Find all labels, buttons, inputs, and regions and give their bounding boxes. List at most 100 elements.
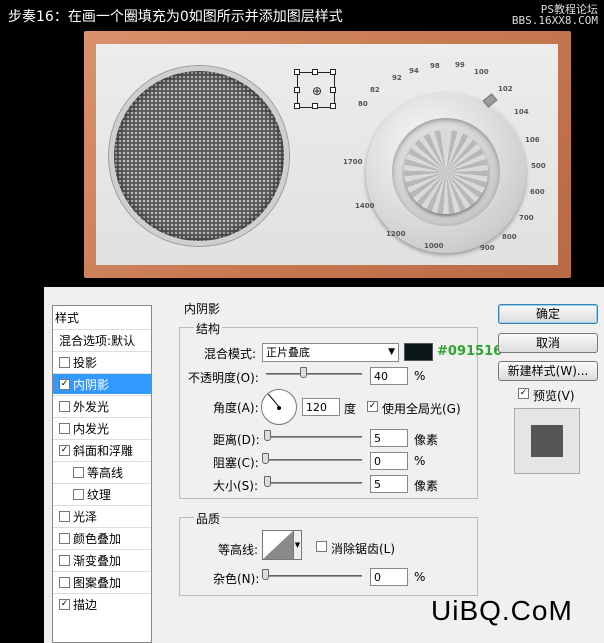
noise-input[interactable]: 0	[370, 568, 408, 586]
choke-label: 阻塞(C):	[213, 456, 259, 470]
angle-needle	[267, 393, 279, 407]
dial-number: 80	[358, 100, 368, 108]
dial-number: 500	[531, 162, 546, 170]
noise-slider[interactable]	[266, 575, 362, 577]
choke-slider-thumb[interactable]	[262, 453, 269, 464]
antialias-label: 消除锯齿(L)	[331, 542, 396, 556]
dial-number: 900	[480, 244, 495, 252]
cancel-button[interactable]: 取消	[498, 333, 598, 353]
style-item-checkbox[interactable]	[73, 466, 84, 478]
ok-button[interactable]: 确定	[498, 304, 598, 324]
tuning-knob	[404, 130, 488, 214]
noise-unit: %	[414, 570, 426, 584]
blend-mode-select[interactable]: 正片叠底 ▼	[262, 343, 399, 362]
transform-handle[interactable]	[294, 87, 300, 93]
transform-handle[interactable]	[294, 103, 300, 109]
watermark-line-2: BBS.16XX8.COM	[511, 14, 598, 27]
style-item[interactable]: 图案叠加	[53, 571, 151, 592]
style-item-checkbox[interactable]	[59, 510, 70, 522]
quality-title: 品质	[194, 510, 223, 527]
transform-handle[interactable]	[294, 69, 300, 75]
style-item-label: 内发光	[73, 421, 110, 436]
size-slider[interactable]	[266, 482, 362, 484]
angle-dial[interactable]	[261, 389, 297, 425]
dial-number: 102	[498, 85, 513, 93]
style-item[interactable]: 投影	[53, 351, 151, 372]
contour-curve-icon	[263, 531, 293, 559]
style-item-checkbox[interactable]	[59, 576, 70, 588]
style-item[interactable]: 内发光	[53, 417, 151, 438]
distance-input[interactable]: 5	[370, 429, 408, 447]
style-item[interactable]: 等高线	[53, 461, 151, 482]
chevron-down-icon: ▼	[388, 347, 395, 357]
style-item-label: 光泽	[73, 509, 98, 524]
global-light-checkbox[interactable]	[367, 401, 378, 412]
blend-mode-value: 正片叠底	[266, 346, 310, 359]
choke-input[interactable]: 0	[370, 452, 408, 470]
style-item[interactable]: 渐变叠加	[53, 549, 151, 570]
style-item-label: 图案叠加	[73, 575, 122, 590]
style-item-checkbox[interactable]	[59, 356, 70, 368]
transform-handle[interactable]	[330, 69, 336, 75]
style-item[interactable]: 颜色叠加	[53, 527, 151, 548]
dial-number: 1000	[424, 242, 444, 250]
contour-dropdown-chevron-icon[interactable]: ▼	[293, 530, 302, 560]
style-item-label: 混合选项:默认	[59, 333, 136, 348]
step-title: 步奏16：在画一个圈填充为0如图所示并添加图层样式	[8, 9, 343, 25]
style-item[interactable]: 内阴影	[53, 373, 151, 394]
dial-number: 600	[530, 188, 545, 196]
preview-checkbox[interactable]	[518, 388, 529, 399]
style-item-checkbox[interactable]	[59, 400, 70, 412]
angle-center-dot	[277, 406, 281, 410]
style-item[interactable]: 外发光	[53, 395, 151, 416]
contour-picker[interactable]	[262, 530, 294, 560]
selection-ellipse-bounds[interactable]: ⊕	[294, 69, 336, 109]
style-item-label: 纹理	[87, 487, 112, 502]
dial-number: 104	[514, 108, 529, 116]
transform-handle[interactable]	[312, 69, 318, 75]
style-item-checkbox[interactable]	[59, 532, 70, 544]
style-item[interactable]: 斜面和浮雕	[53, 439, 151, 460]
size-input[interactable]: 5	[370, 475, 408, 493]
style-item-label: 投影	[73, 355, 98, 370]
distance-label: 距离(D):	[213, 433, 260, 447]
style-preview-swatch	[531, 425, 563, 457]
new-style-button[interactable]: 新建样式(W)...	[498, 361, 598, 381]
distance-slider[interactable]	[266, 436, 362, 438]
noise-slider-thumb[interactable]	[262, 569, 269, 580]
opacity-slider[interactable]	[266, 373, 362, 375]
inner-shadow-title: 内阴影	[184, 302, 221, 316]
style-item[interactable]: 光泽	[53, 505, 151, 526]
style-item-checkbox[interactable]	[59, 444, 70, 456]
choke-slider[interactable]	[266, 459, 362, 461]
style-item[interactable]: 混合选项:默认	[53, 329, 151, 350]
transform-handle[interactable]	[330, 87, 336, 93]
style-item-label: 斜面和浮雕	[73, 443, 134, 458]
style-item-checkbox[interactable]	[59, 554, 70, 566]
style-item-checkbox[interactable]	[73, 488, 84, 500]
angle-unit: 度	[344, 402, 357, 416]
contour-label: 等高线:	[218, 543, 259, 557]
style-item[interactable]: 描边	[53, 593, 151, 614]
antialias-checkbox[interactable]	[316, 541, 327, 552]
style-item-label: 外发光	[73, 399, 110, 414]
style-item-checkbox[interactable]	[59, 378, 70, 390]
dial-number: 94	[409, 67, 419, 75]
dial-number: 800	[502, 233, 517, 241]
angle-input[interactable]: 120	[302, 398, 340, 416]
opacity-label: 不透明度(O):	[188, 371, 259, 385]
opacity-slider-thumb[interactable]	[300, 367, 307, 378]
dial-number: 1200	[386, 230, 406, 238]
style-item-checkbox[interactable]	[59, 422, 70, 434]
angle-label: 角度(A):	[213, 401, 259, 415]
size-slider-thumb[interactable]	[264, 476, 271, 487]
shadow-color-swatch[interactable]	[404, 343, 433, 361]
transform-handle[interactable]	[312, 103, 318, 109]
opacity-input[interactable]: 40	[370, 367, 408, 385]
style-item[interactable]: 纹理	[53, 483, 151, 504]
style-item-checkbox[interactable]	[59, 598, 70, 610]
dial-number: 1700	[343, 158, 363, 166]
distance-slider-thumb[interactable]	[264, 430, 271, 441]
dial-number: 98	[430, 62, 440, 70]
transform-handle[interactable]	[330, 103, 336, 109]
